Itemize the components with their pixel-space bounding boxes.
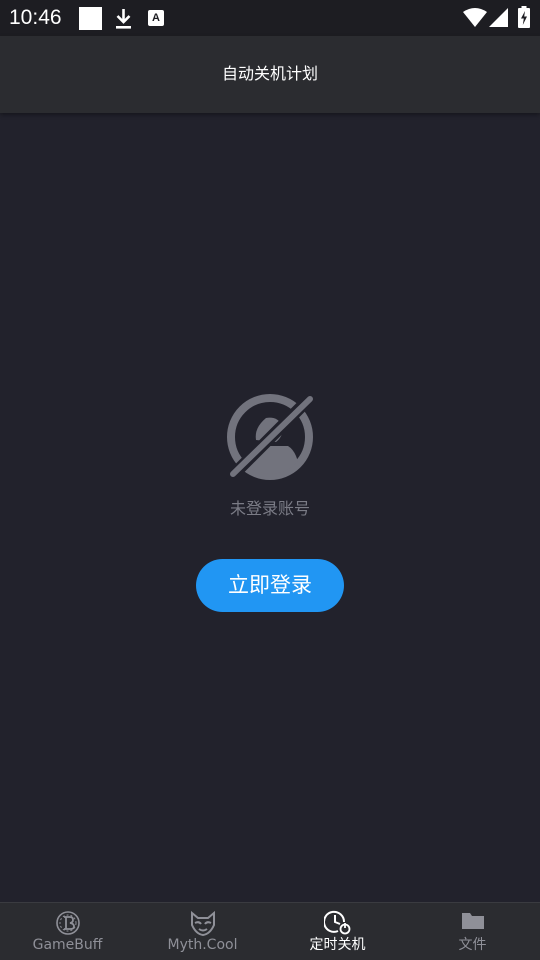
status-bar: 10:46 A — [0, 0, 540, 36]
bottom-nav: GameBuff Myth.Cool 定时关机 文件 — [0, 902, 540, 960]
fox-icon — [190, 910, 215, 936]
app-screen: 10:46 A 自动关机计划 未登录账号 立即登录 GameBuff Myth.… — [0, 0, 540, 960]
nav-item-mythcool[interactable]: Myth.Cool — [135, 903, 270, 960]
app-bar: 自动关机计划 — [0, 36, 540, 113]
nav-item-shutdown-timer[interactable]: 定时关机 — [270, 903, 405, 960]
nav-label-files: 文件 — [458, 937, 487, 953]
nav-label-gamebuff: GameBuff — [32, 937, 103, 953]
status-time: 10:46 — [9, 6, 62, 29]
notification-square-icon — [79, 7, 102, 30]
gamebuff-icon — [55, 911, 80, 935]
page-title: 自动关机计划 — [221, 64, 318, 83]
download-icon — [116, 9, 131, 29]
keyboard-notification-icon: A — [148, 10, 164, 26]
keyboard-notification-letter: A — [152, 12, 160, 24]
nav-label-mythcool: Myth.Cool — [167, 937, 238, 953]
login-button[interactable]: 立即登录 — [196, 559, 344, 612]
signal-icon — [489, 8, 508, 27]
wifi-icon — [463, 8, 487, 27]
timer-power-icon — [323, 910, 350, 935]
battery-charging-icon — [518, 6, 530, 28]
user-off-icon — [226, 394, 316, 480]
folder-icon — [461, 913, 484, 929]
nav-item-gamebuff[interactable]: GameBuff — [0, 903, 135, 960]
nav-label-shutdown-timer: 定时关机 — [309, 937, 366, 953]
nav-item-files[interactable]: 文件 — [405, 903, 540, 960]
not-logged-in-text: 未登录账号 — [229, 499, 310, 518]
